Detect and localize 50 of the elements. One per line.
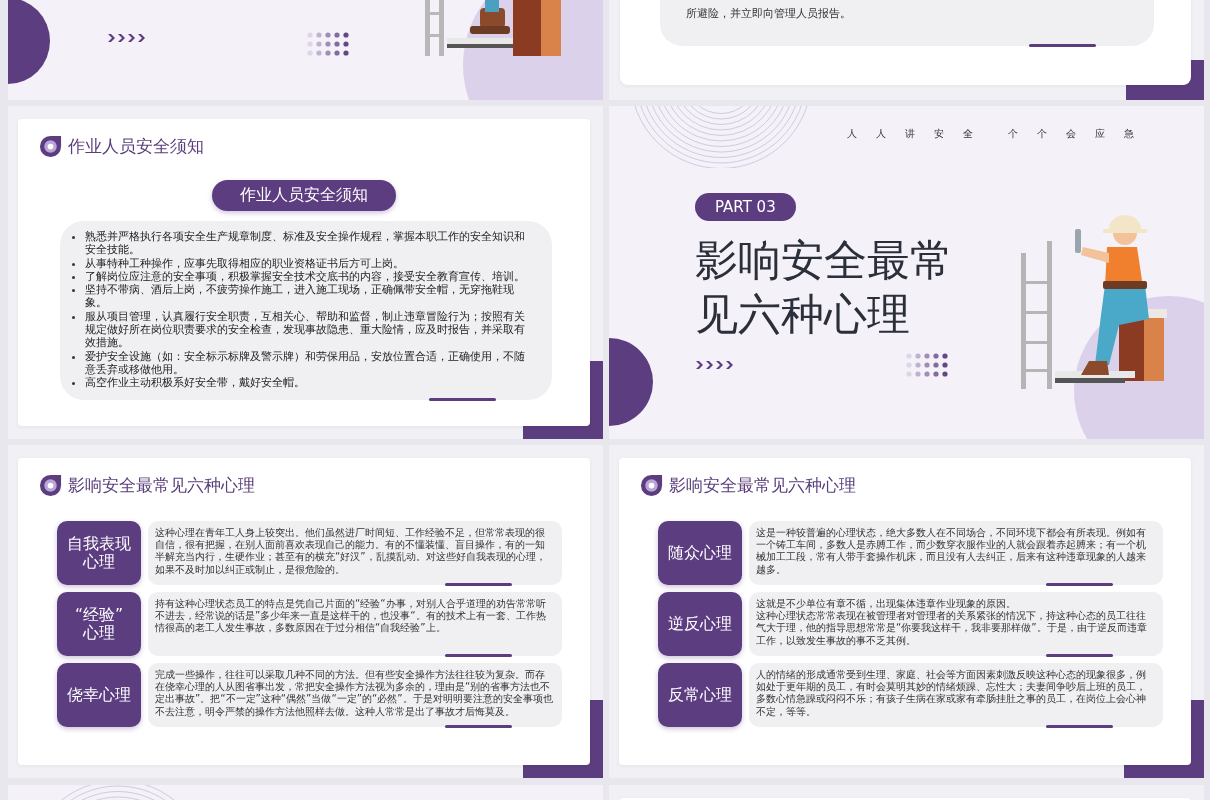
topic-label: 逆反心理 <box>658 592 742 656</box>
slogan-text: 个个会应急 <box>1008 127 1153 141</box>
chevrons-icon <box>107 33 147 43</box>
slide-heading: 影响安全最常见六种心理 <box>669 474 856 497</box>
slide-heading: 作业人员安全须知 <box>68 135 204 158</box>
topic-label: 自我表现 心理 <box>57 521 141 585</box>
topic-label: 反常心理 <box>658 663 742 727</box>
bullet-text: 了解岗位应注意的安全事项，积极掌握安全技术交底书的内容，接受安全教育宣传、培训。 <box>85 269 526 284</box>
topic-label: 随众心理 <box>658 521 742 585</box>
bullet-text: 坚持不带病、酒后上岗，不疲劳操作施工，进入施工现场，正确佩带安全帽，无穿拖鞋现象。 <box>85 283 515 310</box>
bullet-icon <box>72 382 75 386</box>
ring-icon <box>39 474 62 497</box>
bullet-text: 爱护安全设施（如：安全标示标牌及警示牌）和劳保用品，安放位置合适，正确使用，不随意丢弃或移做他用。 <box>85 349 526 377</box>
underline-bar <box>1046 654 1113 657</box>
chevrons-icon <box>695 360 735 370</box>
paragraph: 持有这种心理状态员工的特点是凭自己片面的“经验“办事，对别人合乎道理的劝告常常听不进去，经常说的话是”多少年来一直是这样干的，也没事“。有的技术上有一套、工作热情很高的老工人发生事故，多数原因在于过分相信“自我经验”上。 <box>155 598 547 635</box>
paragraph: 这就是不少单位有章不循，出现集体违章作业现象的原因。 <box>756 598 1017 610</box>
slogan-text: 人人讲安全 <box>847 127 992 141</box>
bullet-text: 服从项目管理，认真履行安全职责，互相关心、帮助和监督，制止违章冒险行为；按照有关规定做好所在岗位职责要求的安全检查，发现事故隐患、重大险情，应及时报告，并采取有效措施。 <box>85 309 526 350</box>
section-title: 见六种心理 <box>695 288 910 341</box>
underline-bar <box>445 654 512 657</box>
bullet-icon <box>72 275 75 279</box>
paragraph: 所避险，并立即向管理人员报告。 <box>686 7 851 21</box>
underline-bar <box>1046 583 1113 586</box>
bullet-text: 高空作业主动积极系好安全带，戴好安全帽。 <box>85 376 306 390</box>
underline-bar <box>1046 725 1113 728</box>
underline-bar <box>445 725 512 728</box>
bullet-text: 从事特种工种操作，应事先取得相应的职业资格证书后方可上岗。 <box>85 256 405 270</box>
topic-label: “经验” 心理 <box>57 592 141 656</box>
slide-heading: 影响安全最常见六种心理 <box>68 474 255 497</box>
bullet-icon <box>72 315 75 319</box>
paragraph: 这种心理在青年工人身上较突出。他们虽然进厂时间短、工作经验不足，但常常表现的很自信，很有把握，在别人面前喜欢表现自己的能力。有的不懂装懂、盲目操作，有的一知半解充当内行，生硬作业；甚至有的横充“好汉”，乱摸乱动。对这些好自我表现的心理，如果不及时加以纠正或制止，是很危险的。 <box>155 527 547 576</box>
topic-label: 侥幸心理 <box>57 663 141 727</box>
ring-icon <box>39 135 62 158</box>
paragraph: 完成一些操作，往往可以采取几种不同的方法。但有些安全操作方法往往较为复杂。而存在侥幸心理的人从图省事出发，常把安全操作方法视为多余的，理由是“别的省事方法也不定出事故”。把“不一定”这种“偶然”当做“一定”的“必然”。于是对明明要注意的安全事项也不去注意，明令严禁的操作方法他照样去做。这种人常常是出了事故才后悔莫及。 <box>155 669 554 718</box>
bullet-icon <box>72 236 75 239</box>
underline-bar <box>1029 44 1096 47</box>
bullet-icon <box>72 355 75 359</box>
ring-icon <box>640 474 663 497</box>
paragraph: 这是一种较普遍的心理状态，绝大多数人在不同场合，不同环境下都会有所表现。例如有一个铸工车间，多数人是赤膊工作，而少数穿衣服作业的人就会跟着赤起膊来；有一个机械加工工段，常有人带手套操作机床，而且没有人去纠正，后来有这种违章现象的人越来越多。 <box>756 527 1147 576</box>
paragraph: 人的情绪的形成通常受到生理、家庭、社会等方面因素刺激反映这种心态的现象很多，例如处于更年期的员工，有时会莫明其妙的情绪烦躁、忘性大；夫妻间争吵后上班的员工，多数心情急躁或闷闷不乐；有孩子生病在家或家有牵肠挂肚之事的员工，在岗位上会心神不定，等等。 <box>756 669 1147 718</box>
underline-bar <box>445 583 512 586</box>
bullet-icon <box>72 289 75 293</box>
section-title: 影响安全最常 <box>695 234 953 287</box>
paragraph: 这种心理状态常常表现在被管理者对管理者的关系紧张的情况下，持这种心态的员工往往气大于理，他的指导思想常常是“你要我这样干，我非要那样做”。于是，由于逆反而违章工作，以致发生事故的事不乏其例。 <box>756 610 1148 647</box>
bullet-text: 熟悉并严格执行各项安全生产规章制度、标准及安全操作规程，掌握本职工作的安全知识和安全技能。 <box>85 230 526 257</box>
underline-bar <box>429 397 496 401</box>
bullet-icon <box>72 262 75 266</box>
title-banner: 作业人员安全须知 <box>212 180 396 211</box>
part-badge: PART 03 <box>695 193 796 221</box>
